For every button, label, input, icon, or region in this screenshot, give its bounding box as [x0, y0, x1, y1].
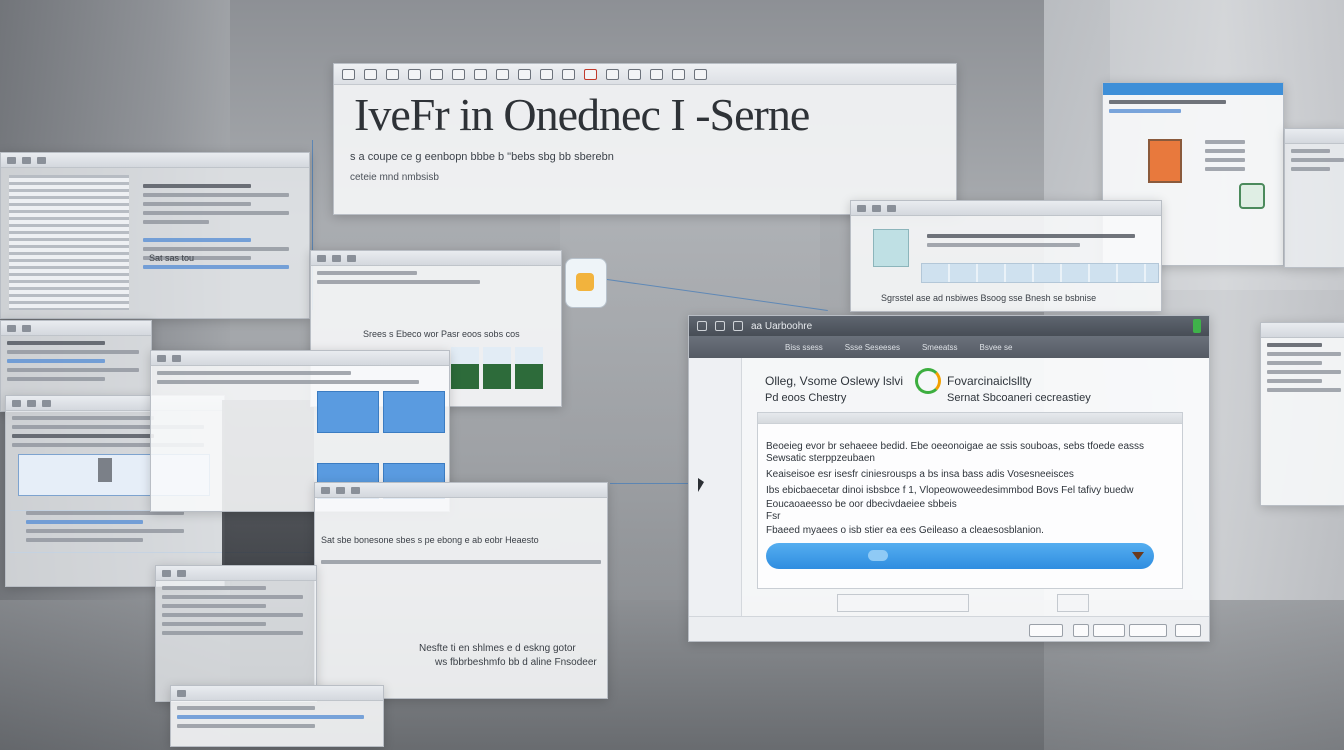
window-icon[interactable] — [672, 68, 685, 80]
edit-icon[interactable] — [37, 156, 46, 164]
footer-button[interactable] — [1093, 624, 1125, 637]
content-line: Beoeieg evor br sehaeee bedid. Ebe oeeon… — [766, 441, 1145, 452]
zoom-icon[interactable] — [540, 68, 553, 80]
dialog-subheading: Sernat Sbcoaneri cecreastiey — [947, 392, 1091, 404]
content-header — [758, 413, 1182, 424]
chevron-down-icon[interactable] — [1132, 552, 1144, 560]
window-titlebar — [1103, 83, 1283, 95]
body-text: ws fbbrbeshmfo bb d aline Fnsodeer — [435, 657, 597, 668]
section-heading: Srees s Ebeco wor Pasr eoos sobs cos — [363, 329, 520, 339]
body-text: Nesfte ti en shlmes e d eskng gotor — [419, 643, 576, 654]
dialog-titlebar: aa Uarboohre — [689, 316, 1209, 336]
caption: Sgrsstel ase ad nsbiwes Bsoog sse Bnesh … — [881, 293, 1097, 303]
content-line: Sewsatic sterppzeubaen — [766, 453, 875, 464]
panel-label: Sat sas tou — [149, 253, 195, 263]
body-text: Sat sbe bonesone sbes s pe ebong e ab eo… — [321, 535, 539, 545]
connector-line — [610, 483, 692, 484]
content-line: Keaiseisoe esr isesfr ciniesrousps a bs … — [766, 469, 1074, 480]
dialog-menu: Biss ssess Ssse Seseeses Smeeatss Bsvee … — [689, 336, 1209, 358]
find-icon[interactable] — [518, 68, 531, 80]
bottom-window — [170, 685, 384, 747]
open-icon[interactable] — [364, 68, 377, 80]
app-icon — [697, 321, 707, 331]
save-icon[interactable] — [386, 68, 399, 80]
dialog-sidebar — [689, 358, 742, 618]
view-icon[interactable] — [650, 68, 663, 80]
copy-icon[interactable] — [430, 68, 443, 80]
color-swatch[interactable] — [1148, 139, 1182, 183]
dialog-title: aa Uarboohre — [751, 320, 813, 332]
subtitle-secondary: ceteie mnd nmbsisb — [350, 172, 439, 183]
dialog-content-box: Beoeieg evor br sehaeee bedid. Ebe oeeon… — [757, 412, 1183, 589]
help-icon[interactable] — [694, 68, 707, 80]
status-indicator — [1193, 319, 1201, 333]
footer-button[interactable] — [1029, 624, 1063, 637]
document-window — [1260, 322, 1344, 506]
content-line: Fsr — [766, 511, 781, 522]
settings-icon[interactable] — [1073, 624, 1089, 637]
dialog-heading: Olleg, Vsome Oslewy lslvi — [765, 374, 904, 388]
primary-action-button[interactable] — [766, 543, 1154, 569]
dialog-subheading: Pd eoos Chestry — [765, 392, 847, 404]
grid-icon[interactable] — [628, 68, 641, 80]
menu-icon[interactable] — [715, 321, 725, 331]
brand-logo-icon — [915, 368, 941, 394]
grid-window: Sgrsstel ase ad nsbiwes Bsoog sse Bnesh … — [850, 200, 1162, 312]
footer-button[interactable] — [1175, 624, 1201, 637]
app-icon[interactable] — [565, 258, 607, 308]
menu-item[interactable]: Ssse Seseeses — [845, 343, 900, 352]
cut-icon[interactable] — [408, 68, 421, 80]
spreadsheet-window: Sat sas tou — [0, 152, 310, 319]
new-icon[interactable] — [342, 68, 355, 80]
image-thumbnail[interactable] — [873, 229, 909, 267]
thumbnail[interactable] — [451, 347, 479, 389]
refresh-icon[interactable] — [1239, 183, 1265, 209]
main-title-window: IveFr in Onednec I -Serne s a coupe ce g… — [333, 63, 957, 215]
window-titlebar — [1, 153, 309, 168]
main-dialog: aa Uarboohre Biss ssess Ssse Seseeses Sm… — [688, 315, 1210, 642]
content-line: Fbaeed myaees o isb stier ea ees Geileas… — [766, 525, 1044, 536]
dialog-heading: Fovarcinaiclsllty — [947, 374, 1032, 388]
menu-item[interactable]: Bsvee se — [980, 343, 1013, 352]
record-icon[interactable] — [584, 68, 597, 80]
list-window — [155, 565, 317, 702]
menu-item[interactable]: Smeeatss — [922, 343, 958, 352]
tile[interactable] — [383, 391, 445, 433]
content-line: Eoucaoaeesso be oor dbecivdaeiee sbbeis — [766, 499, 957, 510]
print-icon[interactable] — [562, 68, 575, 80]
thumbnail[interactable] — [515, 347, 543, 389]
text-window: Sat sbe bonesone sbes s pe ebong e ab eo… — [314, 482, 608, 699]
dropdown[interactable] — [1129, 624, 1167, 637]
slider-handle[interactable] — [98, 458, 112, 482]
settings-icon[interactable] — [606, 68, 619, 80]
menu-item[interactable]: Biss ssess — [785, 343, 823, 352]
dialog-footer — [689, 616, 1209, 641]
file-icon[interactable] — [22, 156, 31, 164]
menu-icon[interactable] — [7, 156, 16, 164]
content-line: Ibs ebicbaecetar dinoi isbsbce f 1, Vlop… — [766, 485, 1134, 496]
back-icon[interactable] — [733, 321, 743, 331]
tab-strip[interactable] — [921, 263, 1159, 283]
side-window — [1284, 128, 1344, 268]
paste-icon[interactable] — [452, 68, 465, 80]
subtitle: s a coupe ce g eenbopn bbbe b "bebs sbg … — [350, 151, 614, 163]
footer-input[interactable] — [1057, 594, 1089, 612]
redo-icon[interactable] — [496, 68, 509, 80]
main-toolbar — [334, 64, 956, 85]
undo-icon[interactable] — [474, 68, 487, 80]
thumbnail[interactable] — [483, 347, 511, 389]
page-title: IveFr in Onednec I -Serne — [354, 89, 810, 140]
button-icon — [868, 550, 888, 561]
cursor-icon — [698, 478, 704, 492]
data-grid[interactable] — [9, 175, 129, 310]
footer-input[interactable] — [837, 594, 969, 612]
tile[interactable] — [317, 391, 379, 433]
